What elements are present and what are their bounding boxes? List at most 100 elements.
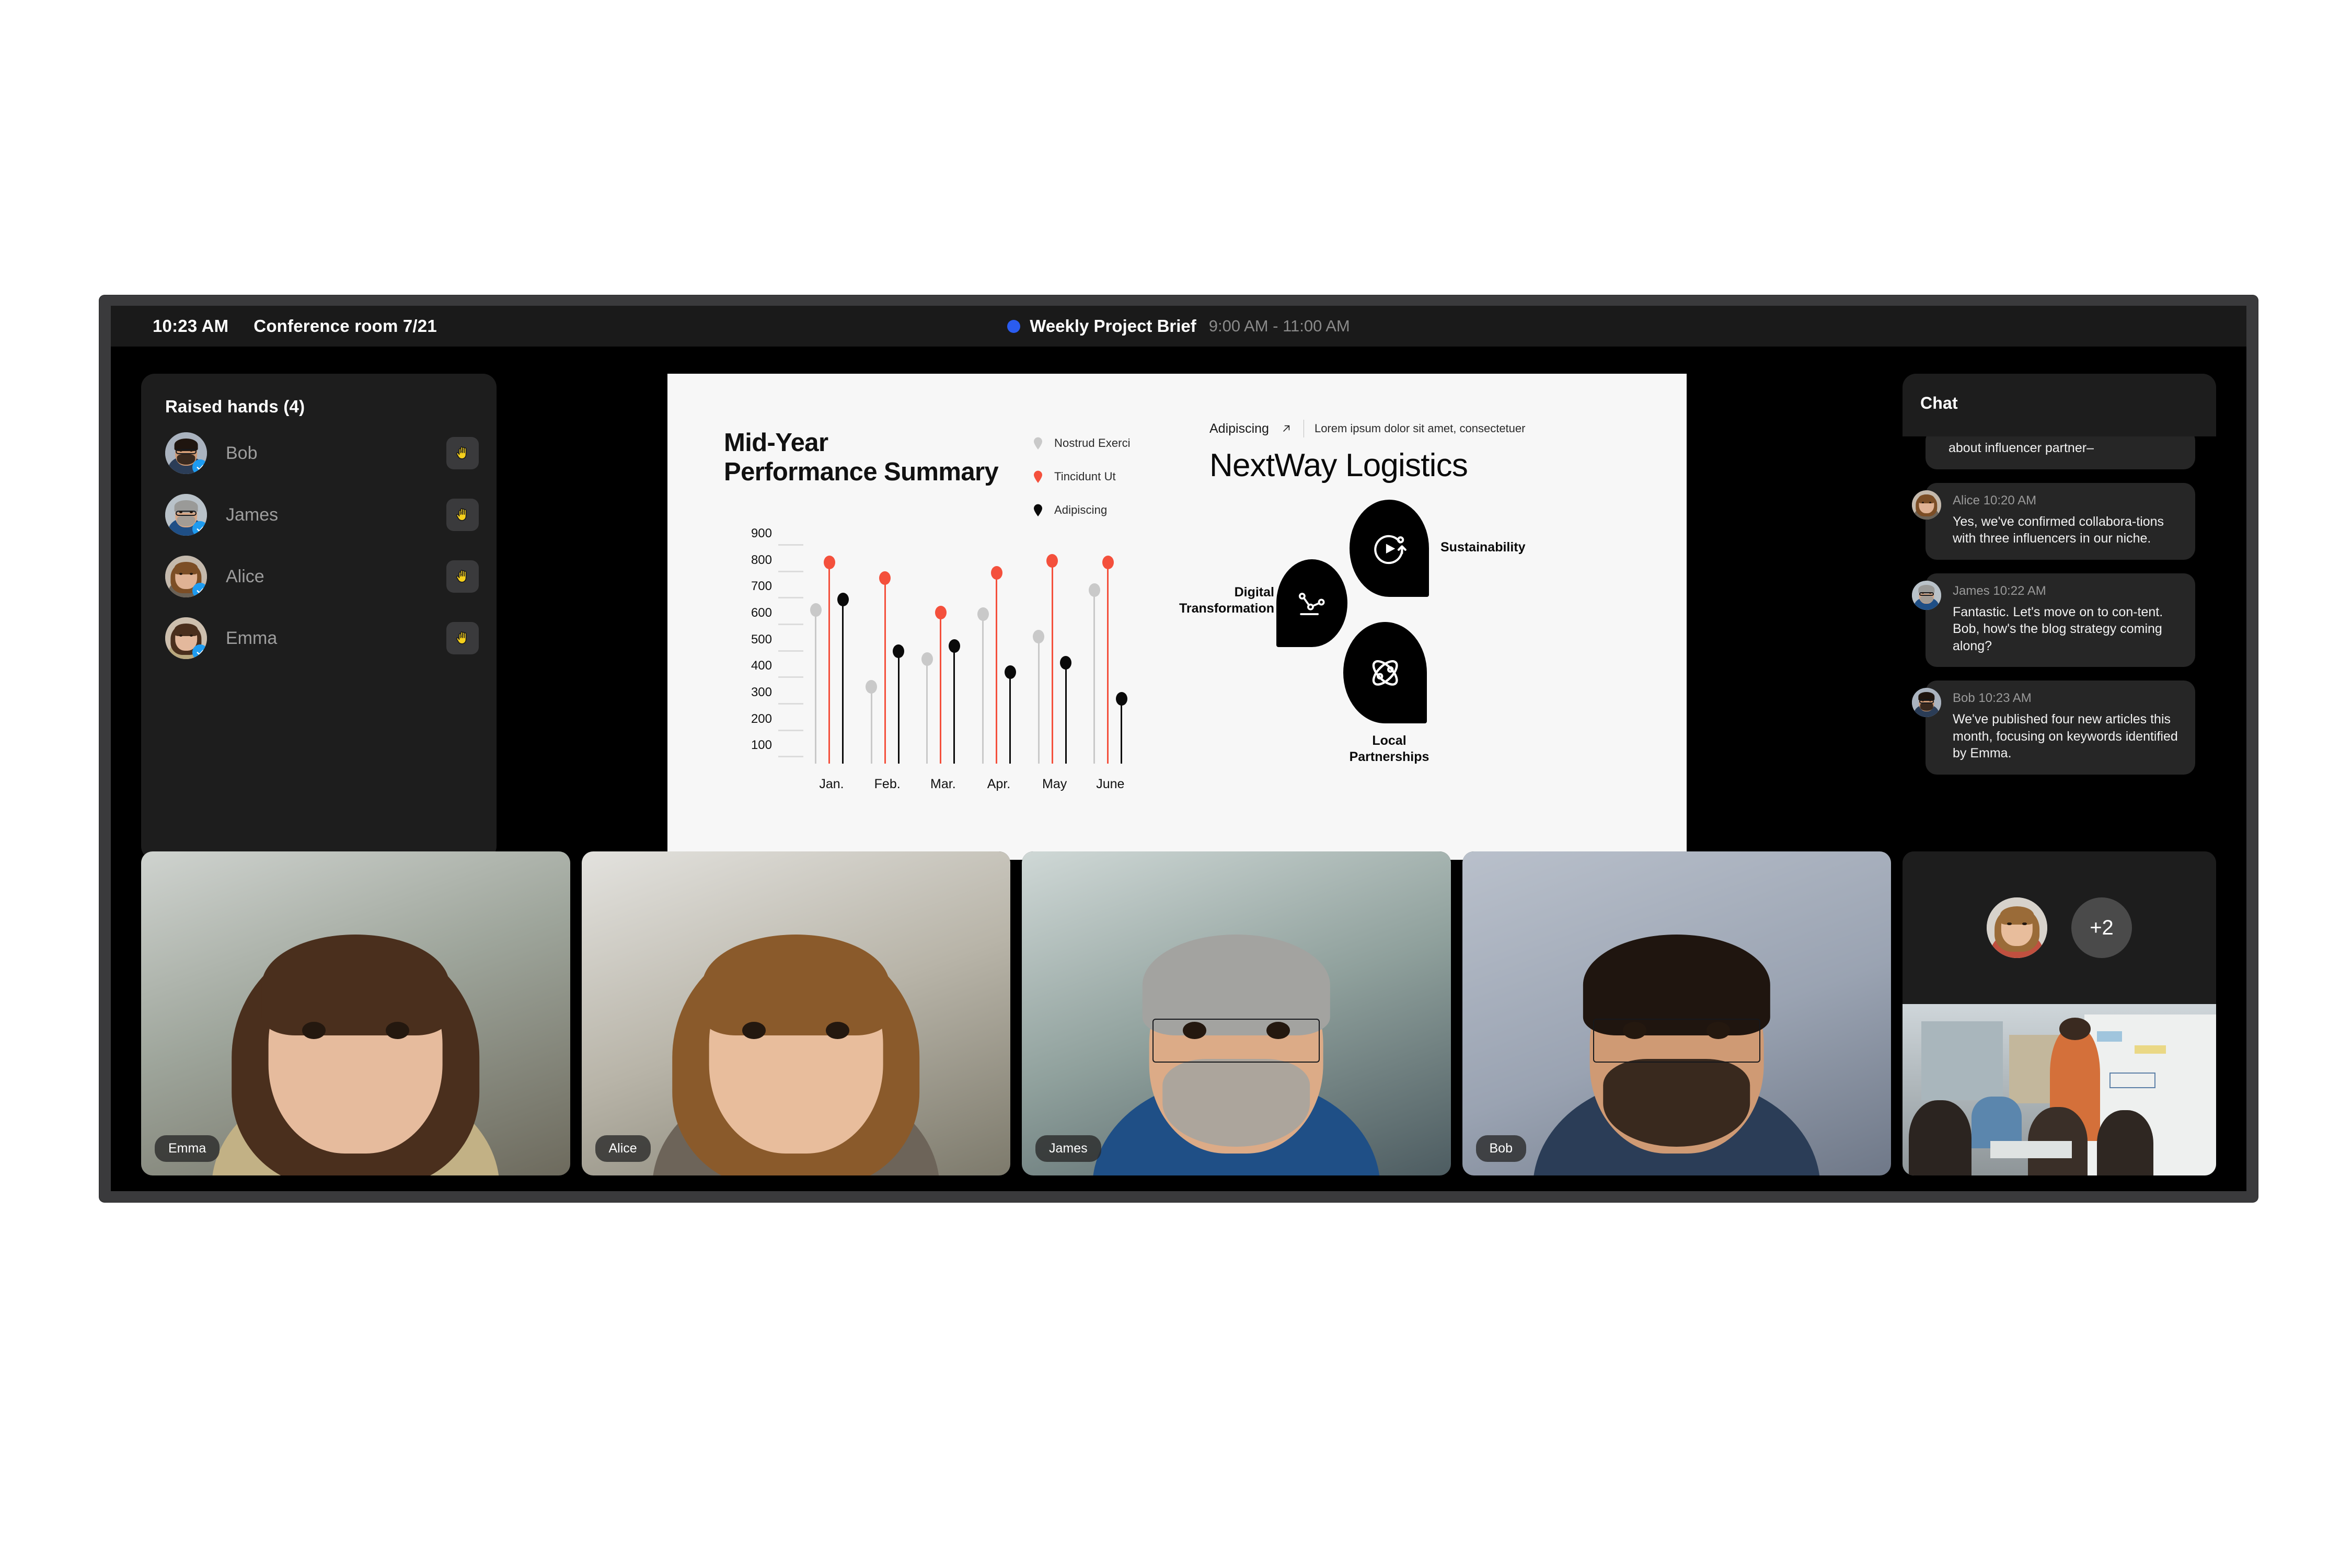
data-point xyxy=(1004,665,1016,764)
chat-header: Chat xyxy=(1903,374,2216,436)
y-gridline xyxy=(778,570,803,572)
y-gridline xyxy=(778,703,803,705)
chat-bubble: Alice 10:20 AM Yes, we've confirmed coll… xyxy=(1926,482,2195,560)
legend-label: Adipiscing xyxy=(1054,503,1108,516)
chat-message: Alice 10:20 AM Yes, we've confirmed coll… xyxy=(1912,482,2195,560)
raised-hands-list: Bob James Alice Emma xyxy=(141,428,497,663)
chat-title: Chat xyxy=(1920,394,1958,412)
participant-tile[interactable]: James xyxy=(1022,851,1451,1175)
chat-text: about influencer partner– xyxy=(1949,441,2094,455)
x-axis-label: Apr. xyxy=(987,777,1011,791)
raised-hand-icon[interactable] xyxy=(446,499,479,531)
y-axis-tick: 800 xyxy=(751,552,772,567)
chat-message: Bob 10:23 AM We've published four new ar… xyxy=(1912,681,2195,775)
raised-hand-name: Emma xyxy=(226,628,278,648)
slide-diagram-half: Adipiscing Lorem ipsum dolor sit amet, c… xyxy=(1177,374,1687,860)
chat-bubble: Bob 10:23 AM We've published four new ar… xyxy=(1926,681,2195,775)
data-point xyxy=(948,639,960,764)
x-axis-label: May xyxy=(1042,777,1067,791)
y-axis-tick: 200 xyxy=(751,711,772,726)
data-point xyxy=(879,571,891,764)
legend-item: Tincidunt Ut xyxy=(1033,466,1131,488)
chat-message-list[interactable]: about influencer partner– Alice 10:20 AM… xyxy=(1903,374,2216,860)
chart-legend: Nostrud Exerci Tincidunt Ut Adipiscing xyxy=(1033,432,1131,533)
chart-series-area: Jan. Feb. Mar. Apr. May June xyxy=(808,525,1142,791)
raised-hand-name: James xyxy=(226,504,279,525)
chat-meta: Alice 10:20 AM xyxy=(1953,493,2037,508)
participant-tile[interactable]: Bob xyxy=(1462,851,1891,1175)
data-point xyxy=(823,555,835,764)
legend-pin-icon xyxy=(1034,504,1042,516)
legend-label: Tincidunt Ut xyxy=(1054,470,1116,483)
chart-title: Mid-Year Performance Summary xyxy=(724,429,999,486)
y-axis-tick: 400 xyxy=(751,659,772,673)
x-axis-label: June xyxy=(1096,777,1125,791)
avatar xyxy=(165,432,207,474)
shared-slide[interactable]: Mid-Year Performance Summary Nostrud Exe… xyxy=(667,374,1687,860)
data-point xyxy=(866,680,878,764)
pillar-shape-local-partnerships[interactable] xyxy=(1343,622,1427,723)
slide-kicker: Adipiscing Lorem ipsum dolor sit amet, c… xyxy=(1209,420,1525,437)
stage: Raised hands (4) Bob James Alice Emma Mi… xyxy=(111,347,2246,1191)
raised-hand-row[interactable]: Bob xyxy=(165,428,479,478)
device-frame: 10:23 AM Conference room 7/21 Weekly Pro… xyxy=(99,295,2258,1202)
chat-panel[interactable]: about influencer partner– Alice 10:20 AM… xyxy=(1903,374,2216,860)
legend-item: Adipiscing xyxy=(1033,499,1131,521)
pillar-label-sustainability: Sustainability xyxy=(1440,540,1526,555)
raised-hands-panel: Raised hands (4) Bob James Alice Emma xyxy=(141,374,497,860)
raised-hand-row[interactable]: James xyxy=(165,490,479,540)
x-axis-label: Jan. xyxy=(819,777,844,791)
avatar xyxy=(1912,688,1941,717)
room-photo xyxy=(1903,1004,2216,1175)
month-group: Feb. xyxy=(863,525,919,791)
pillar-shape-digital-transformation[interactable] xyxy=(1276,559,1347,647)
chat-meta: James 10:22 AM xyxy=(1953,583,2046,598)
raised-hand-icon[interactable] xyxy=(446,560,479,593)
raised-hands-title: Raised hands (4) xyxy=(165,397,305,416)
participant-tile[interactable]: Emma xyxy=(141,851,570,1175)
raised-hand-icon[interactable] xyxy=(446,437,479,469)
y-axis-tick: 100 xyxy=(751,738,772,753)
participant-tile[interactable]: Alice xyxy=(581,851,1010,1175)
y-axis-tick: 300 xyxy=(751,685,772,699)
data-point xyxy=(1102,555,1114,764)
top-bar: 10:23 AM Conference room 7/21 xyxy=(111,306,2246,347)
y-gridline xyxy=(778,597,803,599)
data-point xyxy=(810,603,822,764)
y-gridline xyxy=(778,729,803,731)
participant-tiles: Emma Alice James Bob +2 xyxy=(141,851,2216,1175)
raised-hand-name: Bob xyxy=(226,443,258,463)
legend-label: Nostrud Exerci xyxy=(1054,436,1131,449)
data-point xyxy=(1115,691,1127,764)
legend-item: Nostrud Exerci xyxy=(1033,432,1131,454)
x-axis-label: Feb. xyxy=(874,777,901,791)
raised-hand-row[interactable]: Alice xyxy=(165,551,479,602)
chat-meta: Bob 10:23 AM xyxy=(1953,691,2032,705)
y-axis-tick: 900 xyxy=(751,526,772,540)
slide-headline: NextWay Logistics xyxy=(1209,447,1468,483)
month-group: Apr. xyxy=(975,525,1031,791)
avatar xyxy=(1912,490,1941,520)
data-point xyxy=(1046,554,1058,764)
participant-name: Emma xyxy=(155,1135,220,1162)
kicker-subtitle: Lorem ipsum dolor sit amet, consectetuer xyxy=(1314,422,1526,435)
data-point xyxy=(921,652,933,764)
data-point xyxy=(977,607,989,764)
month-group: June xyxy=(1086,525,1142,791)
pillar-label-digital-transformation: Digital Transformation xyxy=(1179,585,1274,616)
raised-hand-icon[interactable] xyxy=(446,622,479,654)
pillar-shape-sustainability[interactable] xyxy=(1350,500,1429,597)
participant-name: Bob xyxy=(1475,1135,1526,1162)
raised-hand-row[interactable]: Emma xyxy=(165,613,479,663)
y-gridline xyxy=(778,650,803,652)
month-group: Mar. xyxy=(919,525,975,791)
arrow-up-right-icon xyxy=(1279,422,1293,435)
overflow-tile[interactable]: +2 xyxy=(1903,851,2216,1175)
y-axis-tick: 500 xyxy=(751,632,772,647)
x-axis-label: Mar. xyxy=(930,777,956,791)
avatar xyxy=(1987,897,2047,958)
data-point xyxy=(837,592,849,764)
meeting-screen: 10:23 AM Conference room 7/21 Weekly Pro… xyxy=(111,306,2246,1191)
legend-pin-icon xyxy=(1034,437,1042,449)
y-gridline xyxy=(778,676,803,678)
